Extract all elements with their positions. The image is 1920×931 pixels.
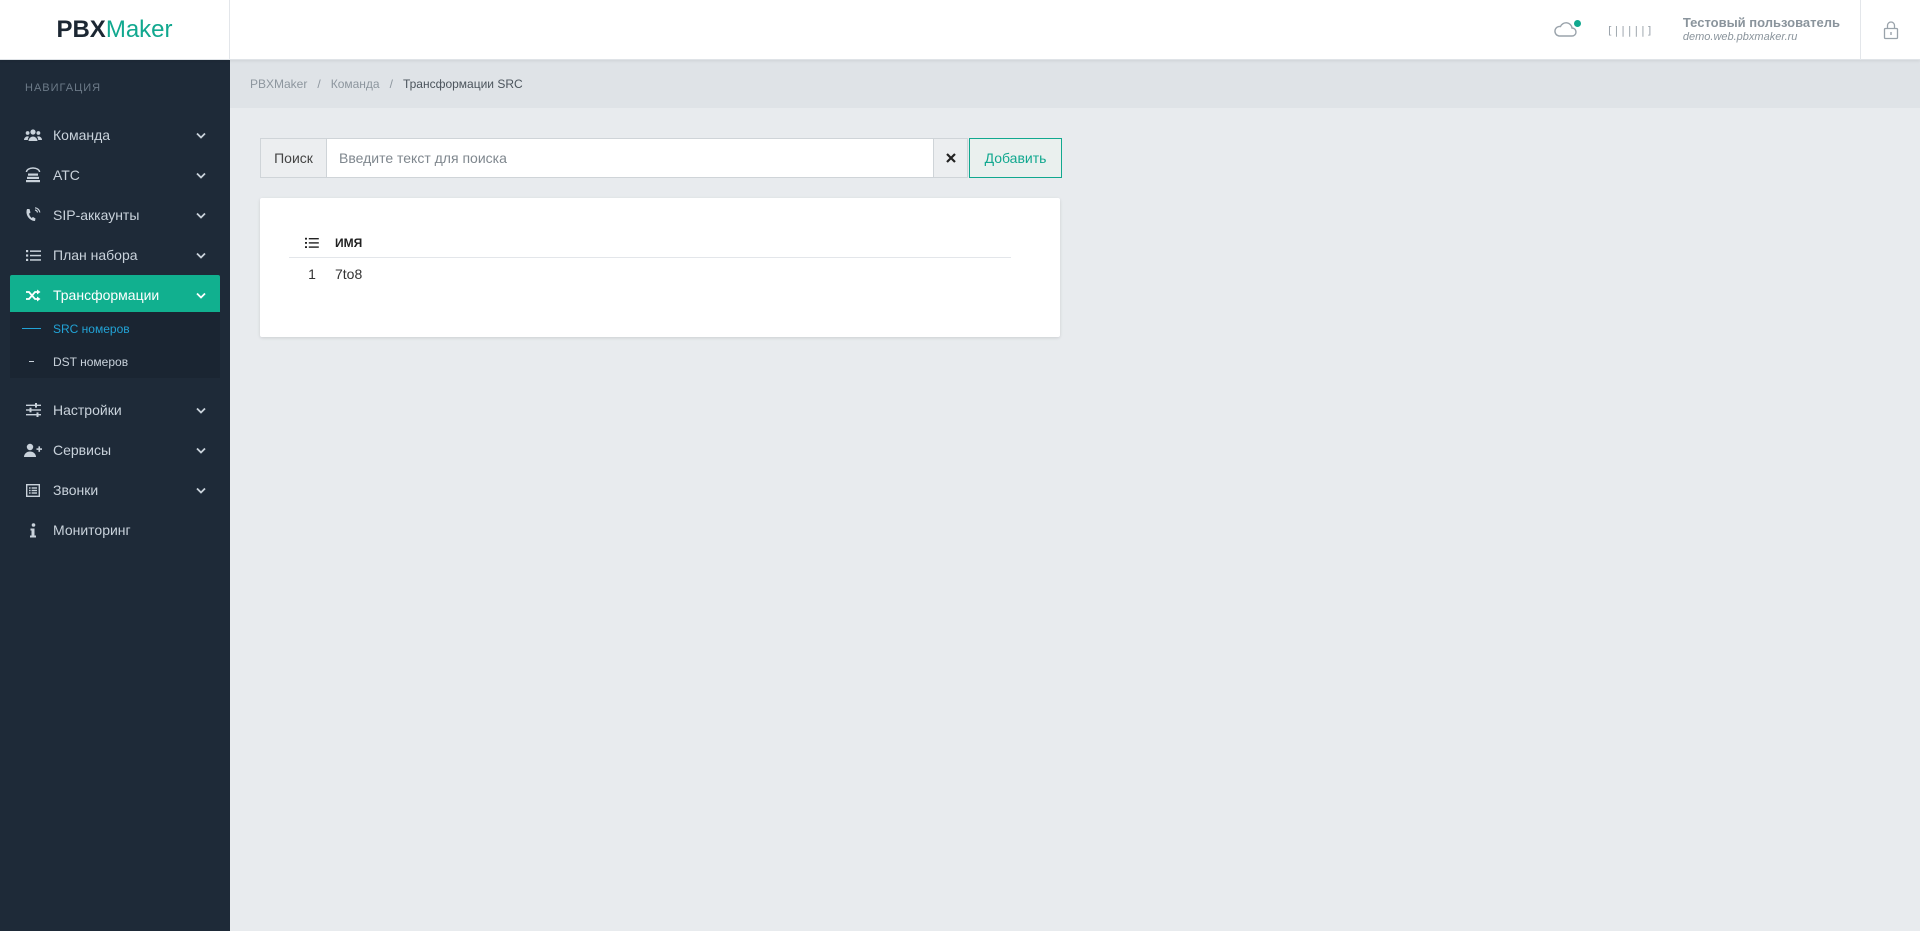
- phone-volume-icon: [24, 206, 42, 224]
- user-plus-icon: [24, 441, 42, 459]
- breadcrumb-item-team[interactable]: Команда: [331, 77, 380, 91]
- sidebar-item-label: План набора: [53, 247, 138, 263]
- search-bar: Поиск Добавить: [260, 138, 1062, 178]
- search-input[interactable]: [327, 138, 934, 178]
- chevron-down-icon: [196, 210, 206, 220]
- chevron-down-icon: [196, 485, 206, 495]
- add-button[interactable]: Добавить: [969, 138, 1062, 178]
- sidebar-item-calls[interactable]: Звонки: [10, 470, 220, 510]
- sidebar-item-label: Мониторинг: [53, 522, 131, 538]
- row-number: 1: [308, 266, 316, 282]
- sidebar-item-services[interactable]: Сервисы: [10, 430, 220, 470]
- sidebar-item-label: Звонки: [53, 482, 99, 498]
- sidebar-item-transformations[interactable]: Трансформации: [10, 275, 220, 315]
- sidebar-item-label: Трансформации: [53, 287, 160, 303]
- shuffle-icon: [24, 286, 42, 304]
- submenu-item-label: SRC номеров: [53, 321, 130, 336]
- table-header: ИМЯ: [289, 228, 1011, 258]
- transformations-table-card: ИМЯ 1 7to8: [260, 198, 1060, 337]
- sidebar-item-label: Сервисы: [53, 442, 112, 458]
- chevron-down-icon: [196, 405, 206, 415]
- transformations-submenu: SRC номеров DST номеров: [10, 312, 220, 378]
- sidebar: НАВИГАЦИЯ Команда АТС SIP-аккаунты План …: [0, 60, 230, 931]
- sidebar-item-pbx[interactable]: АТС: [10, 155, 220, 195]
- sidebar-item-monitoring[interactable]: Мониторинг: [10, 510, 220, 550]
- chevron-down-icon: [196, 290, 206, 300]
- column-header-name[interactable]: ИМЯ: [335, 236, 362, 250]
- top-right-area: [|||||] Тестовый пользователь demo.web.p…: [1553, 0, 1920, 60]
- chevron-down-icon: [196, 130, 206, 140]
- clear-search-button[interactable]: [934, 138, 968, 178]
- close-icon: [945, 153, 956, 163]
- sidebar-item-settings[interactable]: Настройки: [10, 390, 220, 430]
- dash-icon: [10, 361, 53, 362]
- breadcrumb-item-current: Трансформации SRC: [402, 77, 523, 91]
- sidebar-item-team[interactable]: Команда: [10, 115, 220, 155]
- row-name[interactable]: 7to8: [335, 266, 362, 282]
- sidebar-item-dialplan[interactable]: План набора: [10, 235, 220, 275]
- list-ol-icon: [289, 237, 335, 249]
- lock-button[interactable]: [1860, 0, 1920, 60]
- sidebar-item-label: АТС: [53, 167, 80, 183]
- logo-part-2: Maker: [105, 16, 173, 43]
- sidebar-item-label: Команда: [53, 127, 111, 143]
- lock-icon: [1883, 21, 1898, 40]
- breadcrumb: PBXMaker / Команда / Трансформации SRC: [230, 60, 1920, 108]
- users-icon: [24, 126, 42, 144]
- submenu-item-label: DST номеров: [53, 354, 129, 369]
- top-bar: PBX Maker [|||||] Тестовый пользователь d…: [0, 0, 1920, 60]
- sidebar-item-label: Настройки: [53, 402, 122, 418]
- online-dot-icon: [1573, 20, 1581, 27]
- chevron-down-icon: [196, 445, 206, 455]
- user-info[interactable]: Тестовый пользователь demo.web.pbxmaker.…: [1683, 16, 1840, 44]
- logo-part-1: PBX: [56, 16, 106, 43]
- breadcrumb-separator: /: [317, 77, 321, 91]
- cloud-status-icon[interactable]: [1553, 20, 1581, 40]
- chevron-down-icon: [196, 170, 206, 180]
- breadcrumb-item-home[interactable]: PBXMaker: [250, 77, 307, 91]
- sidebar-item-sip-accounts[interactable]: SIP-аккаунты: [10, 195, 220, 235]
- server-icon: [24, 166, 42, 184]
- transformations-table: ИМЯ 1 7to8: [289, 228, 1011, 290]
- user-domain: demo.web.pbxmaker.ru: [1682, 31, 1798, 43]
- nav-section-label: НАВИГАЦИЯ: [25, 82, 102, 94]
- info-icon: [24, 521, 42, 539]
- submenu-item-src-numbers[interactable]: SRC номеров: [10, 312, 220, 345]
- list-alt-icon: [24, 481, 42, 499]
- list-icon: [24, 246, 42, 264]
- table-row[interactable]: 1 7to8: [289, 258, 1011, 290]
- logo[interactable]: PBX Maker: [0, 0, 230, 60]
- active-line-icon: [10, 328, 53, 329]
- sidebar-item-label: SIP-аккаунты: [53, 207, 140, 223]
- chevron-down-icon: [196, 250, 206, 260]
- user-name: Тестовый пользователь: [1682, 15, 1840, 30]
- sliders-icon: [24, 401, 42, 419]
- search-label: Поиск: [260, 138, 327, 178]
- barcode-icon[interactable]: [|||||]: [1607, 24, 1653, 37]
- breadcrumb-separator: /: [389, 77, 393, 91]
- submenu-item-dst-numbers[interactable]: DST номеров: [10, 345, 220, 378]
